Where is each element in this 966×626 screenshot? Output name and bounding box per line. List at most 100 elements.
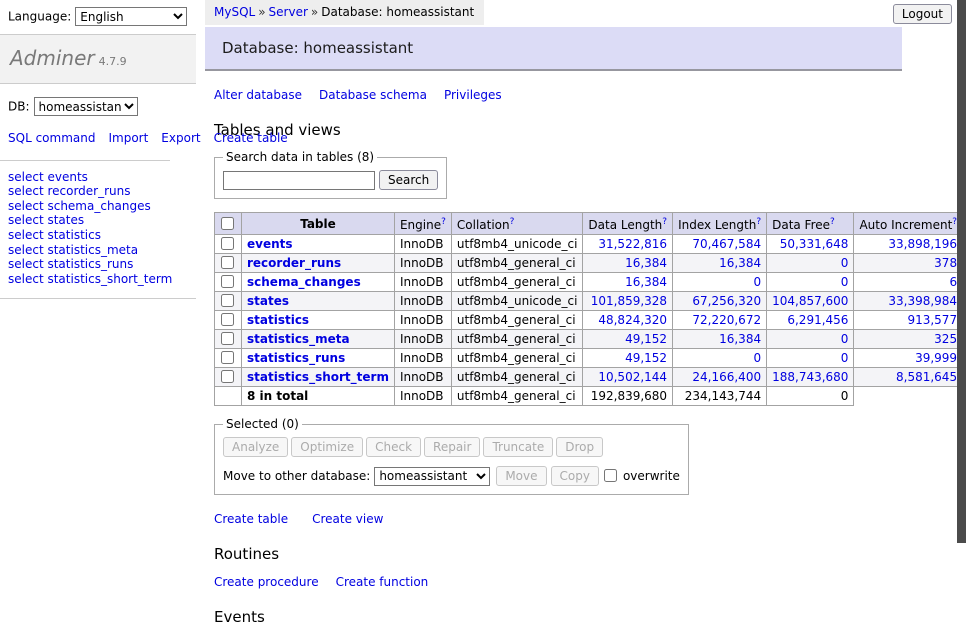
language-select[interactable]: English: [75, 7, 187, 26]
table-name-link[interactable]: statistics: [247, 313, 309, 327]
row-checkbox[interactable]: [221, 351, 234, 364]
alter-database-link[interactable]: Alter database: [214, 88, 302, 102]
index_length-link[interactable]: 70,467,584: [692, 237, 761, 251]
main-content: MySQL»Server»Database: homeassistant Dat…: [205, 0, 966, 626]
cell-auto_increment: 913,577: [854, 311, 963, 330]
auto_increment-link[interactable]: 378: [934, 256, 957, 270]
row-checkbox[interactable]: [221, 275, 234, 288]
breadcrumb-link-mysql[interactable]: MySQL: [214, 5, 255, 19]
help-icon[interactable]: ?: [662, 217, 667, 227]
table-row: recorder_runsInnoDButf8mb4_general_ci16,…: [215, 254, 966, 273]
column-header-data-length: Data Length?: [583, 213, 673, 235]
auto_increment-link[interactable]: 8,581,645: [896, 370, 957, 384]
table-name-link[interactable]: recorder_runs: [247, 256, 341, 270]
sidebar-link-export[interactable]: Export: [161, 131, 200, 145]
help-icon[interactable]: ?: [830, 217, 835, 227]
index_length-link[interactable]: 16,384: [719, 332, 761, 346]
data_length-link[interactable]: 16,384: [625, 256, 667, 270]
database-schema-link[interactable]: Database schema: [319, 88, 427, 102]
index_length-link[interactable]: 0: [753, 275, 761, 289]
row-checkbox[interactable]: [221, 313, 234, 326]
table-name-link[interactable]: events: [247, 237, 293, 251]
help-icon[interactable]: ?: [756, 217, 761, 227]
auto_increment-link[interactable]: 325: [934, 332, 957, 346]
data_length-link[interactable]: 49,152: [625, 351, 667, 365]
data_length-link[interactable]: 31,522,816: [598, 237, 667, 251]
sidebar-link-sql-command[interactable]: SQL command: [8, 131, 95, 145]
select-all-checkbox[interactable]: [221, 217, 234, 230]
breadcrumb-link-server[interactable]: Server: [269, 5, 308, 19]
sidebar-select-link[interactable]: select statistics: [8, 228, 196, 243]
sidebar: Language:English Adminer4.7.9 DB:homeass…: [0, 0, 196, 299]
data_length-link[interactable]: 48,824,320: [598, 313, 667, 327]
create-table-link[interactable]: Create table: [214, 512, 288, 526]
data_free-link[interactable]: 0: [841, 275, 849, 289]
sidebar-select-link[interactable]: select statistics_runs: [8, 257, 196, 272]
vertical-scrollbar[interactable]: [957, 0, 966, 543]
row-checkbox[interactable]: [221, 370, 234, 383]
sidebar-select-link[interactable]: select schema_changes: [8, 199, 196, 214]
move-row: Move to other database:homeassistantMove…: [223, 466, 680, 486]
create-procedure-link[interactable]: Create procedure: [214, 575, 319, 589]
help-icon[interactable]: ?: [510, 217, 515, 227]
cell-data_length: 101,859,328: [583, 292, 673, 311]
sidebar-link-create-table[interactable]: Create table: [214, 131, 288, 145]
table-name-link[interactable]: schema_changes: [247, 275, 361, 289]
data_free-link[interactable]: 188,743,680: [772, 370, 848, 384]
table-name-link[interactable]: statistics_meta: [247, 332, 350, 346]
auto_increment-link[interactable]: 33,398,984: [888, 294, 957, 308]
cell-auto_increment: 6: [854, 273, 963, 292]
sidebar-link-import[interactable]: Import: [108, 131, 148, 145]
table-name-link[interactable]: statistics_runs: [247, 351, 345, 365]
language-row: Language:English: [0, 0, 196, 26]
privileges-link[interactable]: Privileges: [444, 88, 502, 102]
search-button[interactable]: Search: [379, 170, 438, 190]
index_length-link[interactable]: 67,256,320: [692, 294, 761, 308]
adminer-banner: Adminer4.7.9: [0, 34, 196, 84]
index_length-link[interactable]: 72,220,672: [692, 313, 761, 327]
data_free-link[interactable]: 104,857,600: [772, 294, 848, 308]
data_free-link[interactable]: 50,331,648: [780, 237, 849, 251]
table-name-link[interactable]: statistics_short_term: [247, 370, 389, 384]
sidebar-select-link[interactable]: select statistics_short_term: [8, 272, 196, 287]
data_length-link[interactable]: 16,384: [625, 275, 667, 289]
row-checkbox[interactable]: [221, 332, 234, 345]
data_length-link[interactable]: 101,859,328: [591, 294, 667, 308]
cell-collation: utf8mb4_general_ci: [451, 273, 583, 292]
table-row: statistics_metaInnoDButf8mb4_general_ci4…: [215, 330, 966, 349]
data_length-link[interactable]: 10,502,144: [598, 370, 667, 384]
create-function-link[interactable]: Create function: [336, 575, 429, 589]
data_free-link[interactable]: 0: [841, 332, 849, 346]
data_free-link[interactable]: 0: [841, 351, 849, 365]
index_length-link[interactable]: 16,384: [719, 256, 761, 270]
auto_increment-link[interactable]: 39,999: [915, 351, 957, 365]
overwrite-checkbox[interactable]: [604, 469, 617, 482]
help-icon[interactable]: ?: [441, 217, 446, 227]
data_length-link[interactable]: 49,152: [625, 332, 667, 346]
data_free-link[interactable]: 0: [841, 256, 849, 270]
row-checkbox[interactable]: [221, 256, 234, 269]
auto_increment-link[interactable]: 33,898,196: [888, 237, 957, 251]
search-input[interactable]: [223, 171, 375, 190]
sidebar-select-link[interactable]: select recorder_runs: [8, 184, 196, 199]
sidebar-select-link[interactable]: select states: [8, 213, 196, 228]
row-checkbox[interactable]: [221, 294, 234, 307]
sidebar-select-link[interactable]: select statistics_meta: [8, 243, 196, 258]
auto_increment-link[interactable]: 913,577: [907, 313, 957, 327]
index_length-link[interactable]: 24,166,400: [692, 370, 761, 384]
index_length-link[interactable]: 0: [753, 351, 761, 365]
cell-engine: InnoDB: [394, 292, 451, 311]
sidebar-select-link[interactable]: select events: [8, 170, 196, 185]
logout-button[interactable]: Logout: [893, 4, 952, 24]
total-index-length: 234,143,744: [673, 387, 767, 406]
row-checkbox[interactable]: [221, 237, 234, 250]
breadcrumb-current: Database: homeassistant: [321, 5, 474, 19]
move-database-select[interactable]: homeassistant: [374, 467, 490, 486]
table-row: statisticsInnoDButf8mb4_general_ci48,824…: [215, 311, 966, 330]
cell-name: events: [242, 235, 395, 254]
table-name-link[interactable]: states: [247, 294, 289, 308]
create-view-link[interactable]: Create view: [312, 512, 383, 526]
db-select[interactable]: homeassistant: [34, 97, 138, 116]
auto_increment-link[interactable]: 6: [949, 275, 957, 289]
data_free-link[interactable]: 6,291,456: [787, 313, 848, 327]
